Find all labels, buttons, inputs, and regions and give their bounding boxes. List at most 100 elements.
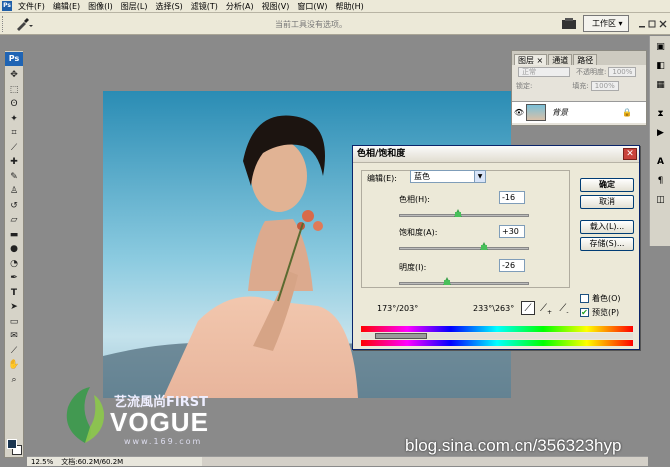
dialog-title-bar[interactable]: 色相/饱和度 ✕ (353, 146, 639, 163)
edit-select-value: 蓝色 (414, 172, 430, 181)
saturation-slider-thumb[interactable] (479, 242, 488, 250)
saturation-slider-track[interactable] (399, 247, 529, 250)
opacity-field[interactable]: 100% (608, 67, 637, 77)
hand-tool-icon[interactable]: ✋ (5, 358, 23, 373)
options-bar: 当前工具没有选项。 工作区 ▾ (0, 13, 670, 35)
saturation-label: 饱和度(A): (399, 228, 438, 237)
menu-view[interactable]: 视图(V) (258, 0, 294, 13)
menu-help[interactable]: 帮助(H) (332, 0, 368, 13)
lightness-slider-track[interactable] (399, 282, 529, 285)
dodge-tool-icon[interactable]: ◔ (5, 257, 23, 272)
right-dock: ▣ ◧ ▦ ⧗ ▶ A ¶ ◫ (649, 36, 670, 246)
tab-layers[interactable]: 图层 × (514, 54, 548, 65)
paragraph-icon[interactable]: ¶ (651, 172, 670, 189)
close-icon[interactable]: ✕ (623, 148, 637, 160)
menu-file[interactable]: 文件(F) (14, 0, 49, 13)
options-grip[interactable] (2, 15, 5, 32)
color-range-selector[interactable] (375, 333, 427, 339)
menu-layer[interactable]: 图层(L) (117, 0, 152, 13)
shape-tool-icon[interactable]: ▭ (5, 315, 23, 330)
type-tool-icon[interactable]: T (5, 286, 23, 301)
edit-select[interactable]: 蓝色 ▼ (410, 170, 486, 183)
actions-icon[interactable]: ▶ (651, 124, 670, 141)
window-controls[interactable] (638, 18, 668, 30)
dialog-title: 色相/饱和度 (357, 149, 406, 159)
menu-filter[interactable]: 滤镜(T) (187, 0, 222, 13)
tab-channels[interactable]: 通道 (548, 54, 573, 65)
lasso-tool-icon[interactable]: ʘ (5, 97, 23, 112)
eyedropper-tool-preset-button[interactable] (11, 15, 37, 33)
menu-image[interactable]: 图像(I) (84, 0, 117, 13)
brush-tool-icon[interactable]: ✎ (5, 170, 23, 185)
menu-select[interactable]: 选择(S) (151, 0, 186, 13)
preview-label: 预览(P) (592, 308, 620, 317)
clone-stamp-tool-icon[interactable]: ♙ (5, 184, 23, 199)
horizontal-scrollbar[interactable] (202, 456, 648, 466)
eye-icon[interactable]: 👁 (512, 108, 526, 117)
history-brush-tool-icon[interactable]: ↺ (5, 199, 23, 214)
hue-input[interactable]: -16 (499, 191, 525, 204)
magic-wand-tool-icon[interactable]: ✦ (5, 112, 23, 127)
eraser-tool-icon[interactable]: ▱ (5, 213, 23, 228)
preview-check-icon: ✔ (580, 308, 589, 317)
document-info[interactable]: 文档:60.2M/60.2M (57, 457, 127, 467)
output-color-bar (361, 340, 633, 346)
layer-comps-icon[interactable]: ◫ (651, 191, 670, 208)
swatches-icon[interactable]: ▦ (651, 76, 670, 93)
move-tool-icon[interactable]: ✥ (5, 68, 23, 83)
load-button[interactable]: 载入(L)... (580, 220, 634, 234)
save-button[interactable]: 存储(S)... (580, 237, 634, 251)
window-controls-icon (639, 20, 667, 28)
zoom-tool-icon[interactable]: ⌕ (5, 373, 23, 388)
colorize-label: 着色(O) (592, 294, 621, 303)
path-selection-tool-icon[interactable]: ➤ (5, 300, 23, 315)
layer-row-background[interactable]: 👁 背景 🔒 (512, 101, 646, 123)
eyedropper-minus-icon[interactable]: ⟋- (557, 301, 571, 316)
menu-analysis[interactable]: 分析(A) (222, 0, 258, 13)
options-hint: 当前工具没有选项。 (275, 20, 347, 29)
crop-tool-icon[interactable]: ⌗ (5, 126, 23, 141)
range-right: 233°\263° (473, 304, 515, 313)
bridge-icon[interactable] (560, 16, 578, 31)
watermark-logo: 艺流風尚FIRST VOGUE www.169.com (60, 385, 220, 450)
history-icon[interactable]: ⧗ (651, 105, 670, 122)
menu-window[interactable]: 窗口(W) (293, 0, 331, 13)
pen-tool-icon[interactable]: ✒ (5, 271, 23, 286)
navigator-icon[interactable]: ▣ (651, 38, 670, 55)
ok-button[interactable]: 确定 (580, 178, 634, 192)
healing-brush-tool-icon[interactable]: ✚ (5, 155, 23, 170)
workspace-button[interactable]: 工作区 ▾ (583, 15, 629, 32)
range-left: 173°/203° (377, 304, 419, 313)
eyedropper-plus-icon[interactable]: ⟋+ (539, 301, 553, 316)
slice-tool-icon[interactable]: ⟋ (5, 141, 23, 156)
blend-mode-select[interactable]: 正常 (518, 67, 570, 77)
hue-slider-thumb[interactable] (454, 209, 463, 217)
layers-panel: 图层 × 通道 路径 正常 不透明度: 100% 锁定: 填充: 100% 👁 … (511, 50, 647, 126)
marquee-tool-icon[interactable]: ⬚ (5, 83, 23, 98)
blur-tool-icon[interactable]: ● (5, 242, 23, 257)
lightness-slider-thumb[interactable] (443, 277, 452, 285)
character-icon[interactable]: A (651, 153, 670, 170)
lightness-input[interactable]: -26 (499, 259, 525, 272)
menu-edit[interactable]: 编辑(E) (49, 0, 84, 13)
fill-field[interactable]: 100% (590, 81, 619, 91)
hue-slider-track[interactable] (399, 214, 529, 217)
blog-url: blog.sina.com.cn/356323hyp (405, 436, 622, 455)
gradient-tool-icon[interactable]: ▬ (5, 228, 23, 243)
zoom-level[interactable]: 12.5% (27, 458, 57, 466)
notes-tool-icon[interactable]: ✉ (5, 329, 23, 344)
foreground-color-swatch[interactable] (7, 439, 17, 449)
preview-checkbox[interactable]: ✔ 预览(P) (580, 307, 619, 318)
layer-name: 背景 (552, 108, 568, 117)
tab-paths[interactable]: 路径 (573, 54, 598, 65)
eyedropper-tool-icon[interactable]: ⟋ (5, 344, 23, 359)
lock-icon: 🔒 (622, 108, 632, 117)
eyedropper-icon (17, 17, 33, 31)
saturation-input[interactable]: +30 (499, 225, 525, 238)
color-icon[interactable]: ◧ (651, 57, 670, 74)
chevron-down-icon: ▼ (474, 171, 485, 182)
eyedropper-icon[interactable]: ⟋ (521, 301, 535, 315)
cancel-button[interactable]: 取消 (580, 195, 634, 209)
colorize-checkbox[interactable]: 着色(O) (580, 293, 621, 304)
blend-row: 正常 不透明度: 100% (512, 65, 646, 79)
